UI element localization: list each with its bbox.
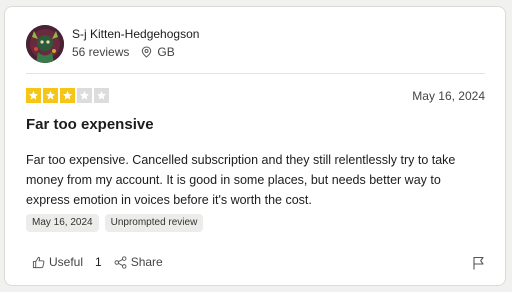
- star-empty: [77, 88, 92, 103]
- flag-icon: [473, 256, 484, 270]
- avatar[interactable]: [26, 25, 64, 63]
- share-icon: [114, 255, 127, 269]
- thumbs-up-icon: [32, 256, 45, 268]
- report-button[interactable]: [472, 256, 485, 275]
- review-card: S-j Kitten-Hedgehogson 56 reviews GB May…: [4, 6, 506, 286]
- location-pin-icon: [142, 46, 152, 58]
- divider: [26, 73, 485, 74]
- unprompted-review-chip[interactable]: Unprompted review: [104, 214, 204, 232]
- star-rating: [26, 88, 109, 103]
- star-empty: [94, 88, 109, 103]
- star-icon: [45, 90, 56, 100]
- star-icon: [79, 90, 90, 100]
- location-label: GB: [157, 45, 175, 59]
- avatar-image: [26, 25, 64, 63]
- star-filled: [26, 88, 41, 103]
- star-filled: [60, 88, 75, 103]
- useful-count: 1: [95, 255, 102, 269]
- review-title[interactable]: Far too expensive: [26, 116, 154, 133]
- reviewer-meta: 56 reviews GB: [72, 45, 175, 59]
- useful-label: Useful: [49, 255, 84, 269]
- review-date: May 16, 2024: [412, 89, 485, 103]
- reviews-count: 56 reviews: [72, 45, 130, 59]
- star-icon: [62, 90, 73, 100]
- share-label: Share: [130, 255, 163, 269]
- star-icon: [28, 90, 39, 100]
- star-icon: [96, 90, 107, 100]
- review-actions: Useful 1 Share: [32, 255, 163, 269]
- reviewer-name[interactable]: S-j Kitten-Hedgehogson: [72, 27, 199, 41]
- reviewer-location: GB: [141, 45, 175, 59]
- date-chip: May 16, 2024: [26, 214, 99, 232]
- useful-button[interactable]: Useful: [32, 255, 83, 269]
- review-chips: May 16, 2024 Unprompted review: [26, 214, 204, 232]
- share-button[interactable]: Share: [114, 255, 163, 269]
- star-filled: [43, 88, 58, 103]
- review-body: Far too expensive. Cancelled subscriptio…: [26, 153, 456, 207]
